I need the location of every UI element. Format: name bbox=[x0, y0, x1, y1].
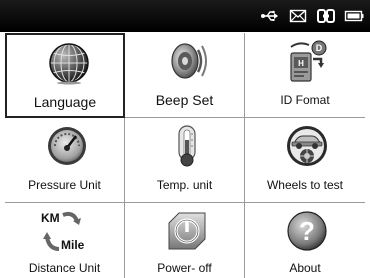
menu-item-id-fomat[interactable]: H D ID Fomat bbox=[245, 33, 365, 118]
gauge-icon bbox=[45, 124, 89, 168]
usb-icon bbox=[260, 7, 280, 25]
menu-item-label: Distance Unit bbox=[28, 261, 101, 275]
settings-menu-grid: Language Beep Set H D ID Fomat Pressure … bbox=[5, 33, 365, 278]
link-icon bbox=[316, 7, 336, 25]
menu-item-language[interactable]: Language bbox=[5, 33, 125, 118]
menu-item-label: Power- off bbox=[157, 261, 212, 275]
mail-icon bbox=[288, 7, 308, 25]
menu-item-distance-unit[interactable]: KM Mile Distance Unit bbox=[5, 203, 125, 278]
power-icon bbox=[165, 209, 209, 253]
globe-icon bbox=[47, 41, 91, 85]
menu-item-label: Beep Set bbox=[155, 92, 214, 108]
mile-text: Mile bbox=[61, 238, 85, 252]
menu-item-pressure-unit[interactable]: Pressure Unit bbox=[5, 118, 125, 203]
menu-item-label: Language bbox=[33, 94, 97, 110]
svg-text:?: ? bbox=[299, 216, 315, 246]
thermometer-icon bbox=[165, 124, 209, 168]
battery-icon bbox=[344, 7, 364, 25]
km-text: KM bbox=[41, 211, 60, 225]
menu-item-label: ID Fomat bbox=[280, 93, 330, 107]
menu-item-label: About bbox=[289, 261, 321, 275]
status-icons bbox=[260, 0, 364, 32]
svg-text:D: D bbox=[316, 43, 323, 53]
status-bar bbox=[0, 0, 370, 32]
km-mile-icon: KM Mile bbox=[39, 209, 93, 253]
menu-item-label: Wheels to test bbox=[266, 178, 344, 192]
menu-item-temp-unit[interactable]: Temp. unit bbox=[125, 118, 245, 203]
speaker-icon bbox=[165, 39, 209, 83]
id-format-icon: H D bbox=[285, 39, 329, 83]
menu-item-label: Pressure Unit bbox=[28, 178, 101, 192]
menu-item-wheels-to-test[interactable]: Wheels to test bbox=[245, 118, 365, 203]
menu-item-beep-set[interactable]: Beep Set bbox=[125, 33, 245, 118]
question-icon: ? bbox=[285, 209, 329, 253]
menu-item-label: Temp. unit bbox=[156, 178, 213, 192]
car-wheel-icon bbox=[285, 124, 329, 168]
svg-text:H: H bbox=[298, 59, 304, 68]
menu-item-about[interactable]: ? About bbox=[245, 203, 365, 278]
menu-item-power-off[interactable]: Power- off bbox=[125, 203, 245, 278]
